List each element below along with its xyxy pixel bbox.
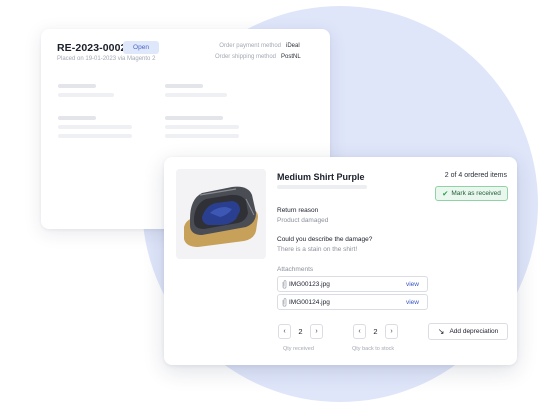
status-badge: Open bbox=[123, 41, 159, 54]
decrement-button[interactable]: ‹ bbox=[278, 323, 291, 339]
order-placed-on: Placed on 19-01-2023 via Magento 2 bbox=[57, 56, 156, 62]
qty-back-to-stock-stepper: ‹ 2 › bbox=[353, 323, 398, 339]
placeholder-line bbox=[165, 125, 239, 129]
increment-button[interactable]: › bbox=[310, 323, 323, 339]
shipping-method-value: PostNL bbox=[281, 54, 301, 60]
depreciation-icon: ↘ bbox=[437, 327, 445, 336]
qty-back-to-stock-caption: Qty back to stock bbox=[352, 346, 395, 352]
placeholder-line bbox=[277, 185, 367, 189]
item-title: Medium Shirt Purple bbox=[277, 172, 365, 182]
qty-received-stepper: ‹ 2 › bbox=[278, 323, 323, 339]
decrement-button[interactable]: ‹ bbox=[353, 323, 366, 339]
placeholder-line bbox=[165, 116, 223, 120]
paperclip-icon bbox=[282, 280, 287, 291]
placeholder-line bbox=[58, 84, 96, 88]
damage-question: Could you describe the damage? bbox=[277, 236, 373, 243]
placeholder-line bbox=[58, 125, 132, 129]
order-id: RE-2023-0002 bbox=[57, 42, 127, 54]
payment-method-label: Order payment method bbox=[219, 43, 281, 49]
mark-as-received-button[interactable]: ✔ Mark as received bbox=[435, 186, 508, 201]
payment-method-value: iDeal bbox=[286, 43, 300, 49]
placeholder-line bbox=[58, 116, 96, 120]
attachment-filename: IMG00123.jpg bbox=[289, 281, 330, 288]
placeholder-line bbox=[165, 134, 239, 138]
return-reason-value: Product damaged bbox=[277, 217, 329, 224]
damage-answer: There is a stain on the shirt! bbox=[277, 246, 358, 253]
attachment-row: IMG00123.jpg view bbox=[277, 276, 428, 292]
placeholder-line bbox=[58, 134, 132, 138]
attachment-row: IMG00124.jpg view bbox=[277, 294, 428, 310]
attachments-label: Attachments bbox=[277, 266, 314, 273]
increment-button[interactable]: › bbox=[385, 323, 398, 339]
attachment-view-link[interactable]: view bbox=[406, 281, 419, 288]
attachment-filename: IMG00124.jpg bbox=[289, 299, 330, 306]
placeholder-line bbox=[58, 93, 114, 97]
add-depreciation-button[interactable]: ↘ Add depreciation bbox=[428, 323, 508, 340]
attachment-view-link[interactable]: view bbox=[406, 299, 419, 306]
product-shirt-icon bbox=[176, 169, 266, 259]
qty-received-caption: Qty received bbox=[283, 346, 314, 352]
mark-as-received-label: Mark as received bbox=[451, 190, 501, 197]
check-icon: ✔ bbox=[442, 189, 449, 198]
placeholder-line bbox=[165, 93, 227, 97]
product-image bbox=[176, 169, 266, 259]
qty-back-to-stock-value[interactable]: 2 bbox=[366, 327, 385, 336]
paperclip-icon bbox=[282, 298, 287, 309]
shipping-method-label: Order shipping method bbox=[214, 54, 276, 60]
qty-received-value[interactable]: 2 bbox=[291, 327, 310, 336]
placeholder-line bbox=[165, 84, 203, 88]
return-item-card: Medium Shirt Purple 2 of 4 ordered items… bbox=[164, 157, 517, 365]
items-count: 2 of 4 ordered items bbox=[444, 172, 507, 179]
return-reason-label: Return reason bbox=[277, 207, 319, 214]
add-depreciation-label: Add depreciation bbox=[449, 328, 499, 335]
